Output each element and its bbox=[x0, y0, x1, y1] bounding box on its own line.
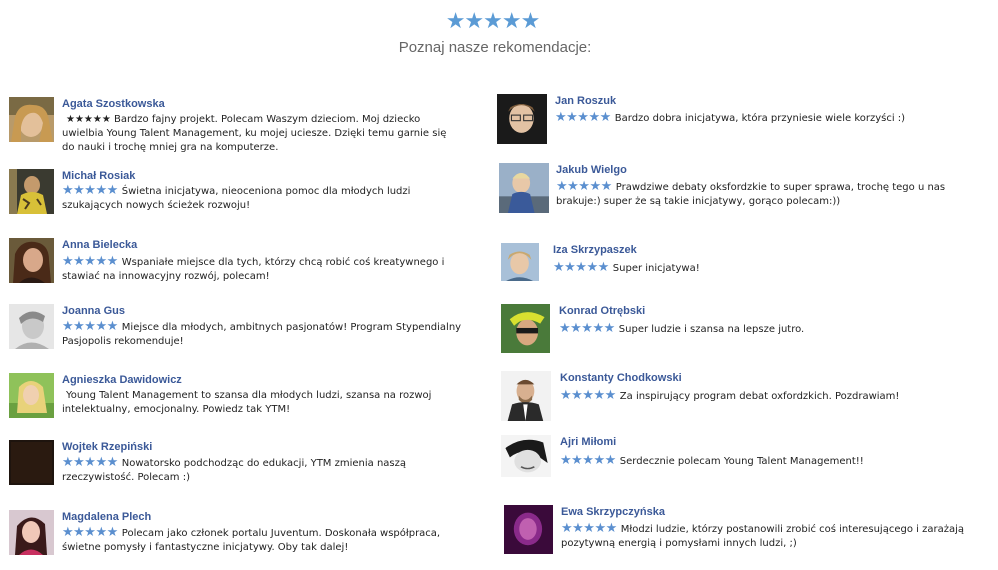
review-body: Za inspirujący program debat oxfordzkich… bbox=[619, 391, 900, 402]
review-item: Ajri Miłomi ★★★★★ Serdecznie polecam Youn… bbox=[501, 435, 991, 485]
review-item: Jakub Wielgo ★★★★★ Prawdziwe debaty oksfo… bbox=[499, 163, 994, 213]
review-stars: ★★★★★ bbox=[560, 453, 616, 468]
review-stars: ★★★★★ bbox=[553, 260, 609, 275]
review-item: Wojtek Rzepiński ★★★★★ Nowatorsko podchod… bbox=[9, 440, 479, 490]
avatar[interactable] bbox=[9, 373, 54, 418]
avatar[interactable] bbox=[9, 510, 54, 555]
review-stars: ★★★★★ bbox=[62, 183, 118, 198]
review-item: Michał Rosiak ★★★★★ Świetna inicjatywa, n… bbox=[9, 169, 479, 219]
review-stars: ★★★★★ bbox=[62, 319, 118, 334]
review-stars: ★★★★★ bbox=[62, 254, 118, 269]
review-body: Młodzi ludzie, którzy postanowili zrobić… bbox=[561, 524, 964, 549]
reviewer-name[interactable]: Ajri Miłomi bbox=[560, 436, 616, 448]
avatar[interactable] bbox=[9, 238, 54, 283]
reviewer-name[interactable]: Konrad Otrębski bbox=[559, 305, 645, 317]
reviewer-name[interactable]: Jakub Wielgo bbox=[556, 164, 627, 176]
review-body: ★★★★★ Bardzo fajny projekt. Polecam Wasz… bbox=[62, 114, 447, 153]
review-stars: ★★★★★ bbox=[560, 388, 616, 403]
review-body: Super ludzie i szansa na lepsze jutro. bbox=[618, 324, 805, 335]
review-stars: ★★★★★ bbox=[556, 179, 612, 194]
review-body: Super inicjatywa! bbox=[612, 263, 700, 274]
reviewer-name[interactable]: Agata Szostkowska bbox=[62, 98, 165, 110]
avatar[interactable] bbox=[501, 435, 551, 477]
review-text: ★★★★★ Super inicjatywa! bbox=[553, 261, 983, 276]
review-item: Joanna Gus ★★★★★ Miejsce dla młodych, amb… bbox=[9, 304, 479, 354]
review-text: ★★★★★ Prawdziwe debaty oksfordzkie to sup… bbox=[556, 180, 986, 209]
reviewer-name[interactable]: Anna Bielecka bbox=[62, 239, 137, 251]
review-stars: ★★★★★ bbox=[62, 455, 118, 470]
review-stars: ★★★★★ bbox=[62, 525, 118, 540]
review-body: Serdecznie polecam Young Talent Manageme… bbox=[619, 456, 864, 467]
review-text: ★★★★★ Młodzi ludzie, którzy postanowili z… bbox=[561, 522, 991, 551]
avatar[interactable] bbox=[9, 97, 54, 142]
review-text: ★★★★★ Świetna inicjatywa, nieoceniona pom… bbox=[62, 184, 462, 213]
reviewer-name[interactable]: Joanna Gus bbox=[62, 305, 125, 317]
avatar[interactable] bbox=[501, 371, 551, 421]
review-body: Polecam jako członek portalu Juventum. D… bbox=[62, 528, 441, 553]
review-item: Anna Bielecka ★★★★★ Wspaniałe miejsce dla… bbox=[9, 238, 479, 288]
reviewer-name[interactable]: Wojtek Rzepiński bbox=[62, 441, 152, 453]
review-item: Magdalena Plech ★★★★★ Polecam jako człone… bbox=[9, 510, 479, 560]
avatar[interactable] bbox=[9, 169, 54, 214]
avatar[interactable] bbox=[504, 505, 553, 554]
reviewer-name[interactable]: Agnieszka Dawidowicz bbox=[62, 374, 182, 386]
review-text: ★★★★★ Bardzo fajny projekt. Polecam Wasz… bbox=[62, 112, 462, 155]
review-body: Bardzo dobra inicjatywa, która przyniesi… bbox=[614, 113, 906, 124]
review-stars: ★★★★★ bbox=[559, 321, 615, 336]
reviewer-name[interactable]: Magdalena Plech bbox=[62, 511, 151, 523]
review-text: ★★★★★ Miejsce dla młodych, ambitnych pasj… bbox=[62, 320, 462, 349]
avatar[interactable] bbox=[501, 243, 539, 281]
review-body: Prawdziwe debaty oksfordzkie to super sp… bbox=[556, 182, 946, 207]
avatar[interactable] bbox=[501, 304, 550, 353]
review-item: Jan Roszuk ★★★★★ Bardzo dobra inicjatywa,… bbox=[497, 94, 992, 144]
reviewer-name[interactable]: Iza Skrzypaszek bbox=[553, 244, 637, 256]
review-body: Miejsce dla młodych, ambitnych pasjonató… bbox=[62, 322, 462, 347]
avatar[interactable] bbox=[9, 304, 54, 349]
review-body: Young Talent Management to szansa dla mł… bbox=[62, 390, 432, 415]
review-item: Iza Skrzypaszek ★★★★★ Super inicjatywa! bbox=[501, 243, 991, 283]
review-text: ★★★★★ Wspaniałe miejsce dla tych, którzy … bbox=[62, 255, 462, 284]
avatar[interactable] bbox=[499, 163, 549, 213]
reviewer-name[interactable]: Michał Rosiak bbox=[62, 170, 135, 182]
review-item: Konstanty Chodkowski ★★★★★ Za inspirujący… bbox=[501, 371, 991, 421]
reviewer-name[interactable]: Ewa Skrzypczyńska bbox=[561, 506, 665, 518]
avatar[interactable] bbox=[497, 94, 547, 144]
review-text: ★★★★★ Serdecznie polecam Young Talent Man… bbox=[560, 454, 990, 469]
review-item: Ewa Skrzypczyńska ★★★★★ Młodzi ludzie, kt… bbox=[504, 505, 994, 559]
review-item: Agata Szostkowska ★★★★★ Bardzo fajny pro… bbox=[9, 97, 479, 157]
review-text: ★★★★★ Za inspirujący program debat oxford… bbox=[560, 389, 990, 404]
review-text: ★★★★★ Super ludzie i szansa na lepsze jut… bbox=[559, 322, 989, 337]
review-body: Wspaniałe miejsce dla tych, którzy chcą … bbox=[62, 257, 445, 282]
reviewer-name[interactable]: Konstanty Chodkowski bbox=[560, 372, 682, 384]
review-text: Young Talent Management to szansa dla mł… bbox=[62, 388, 462, 417]
review-stars: ★★★★★ bbox=[555, 110, 611, 125]
review-text: ★★★★★ Bardzo dobra inicjatywa, która przy… bbox=[555, 111, 985, 126]
page-headline: Poznaj nasze rekomendacje: bbox=[398, 39, 592, 56]
review-item: Konrad Otrębski ★★★★★ Super ludzie i szan… bbox=[501, 304, 991, 354]
review-text: ★★★★★ Nowatorsko podchodząc do edukacji, … bbox=[62, 456, 462, 485]
review-text: ★★★★★ Polecam jako członek portalu Juvent… bbox=[62, 526, 462, 555]
reviewer-name[interactable]: Jan Roszuk bbox=[555, 95, 616, 107]
review-stars: ★★★★★ bbox=[561, 521, 617, 536]
review-item: Agnieszka Dawidowicz Young Talent Manage… bbox=[9, 373, 479, 423]
avatar[interactable] bbox=[9, 440, 54, 485]
rating-stars: ★★★★★ bbox=[445, 9, 541, 34]
